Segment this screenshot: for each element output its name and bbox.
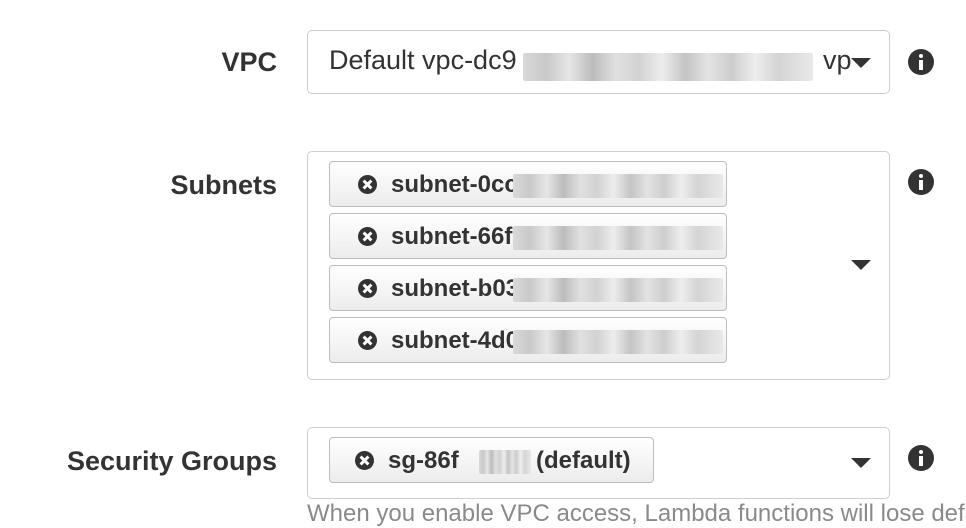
subnet-token: subnet-b03	[329, 265, 727, 311]
redacted-region	[513, 330, 723, 354]
remove-icon[interactable]	[355, 451, 374, 470]
remove-icon[interactable]	[358, 279, 377, 298]
remove-icon[interactable]	[358, 331, 377, 350]
security-groups-multiselect[interactable]: sg-86f (default)	[307, 427, 890, 499]
remove-icon[interactable]	[358, 175, 377, 194]
subnet-token-label: subnet-0cc	[391, 171, 518, 198]
redacted-region	[513, 226, 723, 250]
info-icon[interactable]	[908, 49, 934, 75]
subnet-token-label: subnet-66f	[391, 223, 513, 250]
info-icon[interactable]	[908, 445, 934, 471]
vpc-label: VPC	[221, 47, 277, 77]
subnet-token: subnet-66f	[329, 213, 727, 259]
redacted-region	[513, 278, 723, 302]
subnets-multiselect[interactable]: subnet-0cc subnet-66f subnet-b03 subnet-…	[307, 151, 890, 380]
vpc-value-suffix: vp	[823, 45, 852, 75]
chevron-down-icon[interactable]	[851, 458, 871, 468]
security-group-token-label: sg-86f	[388, 447, 459, 474]
subnet-token-label: subnet-b03	[391, 275, 520, 302]
subnets-label: Subnets	[170, 170, 277, 200]
redacted-region	[479, 450, 531, 474]
remove-icon[interactable]	[358, 227, 377, 246]
chevron-down-icon[interactable]	[851, 58, 871, 68]
redacted-region	[513, 174, 723, 198]
security-groups-label: Security Groups	[66, 446, 277, 476]
vpc-help-text: When you enable VPC access, Lambda funct…	[307, 500, 966, 527]
subnet-token: subnet-0cc	[329, 161, 727, 207]
info-icon[interactable]	[908, 169, 934, 195]
vpc-value: Default vpc-dc9	[329, 45, 517, 75]
subnet-token: subnet-4d0	[329, 317, 727, 363]
redacted-region	[523, 53, 813, 81]
subnet-token-label: subnet-4d0	[391, 327, 520, 354]
security-group-token-suffix: (default)	[536, 447, 631, 474]
vpc-select[interactable]: Default vpc-dc9 vp	[307, 30, 890, 94]
chevron-down-icon[interactable]	[851, 260, 871, 270]
security-group-token: sg-86f (default)	[329, 437, 654, 483]
